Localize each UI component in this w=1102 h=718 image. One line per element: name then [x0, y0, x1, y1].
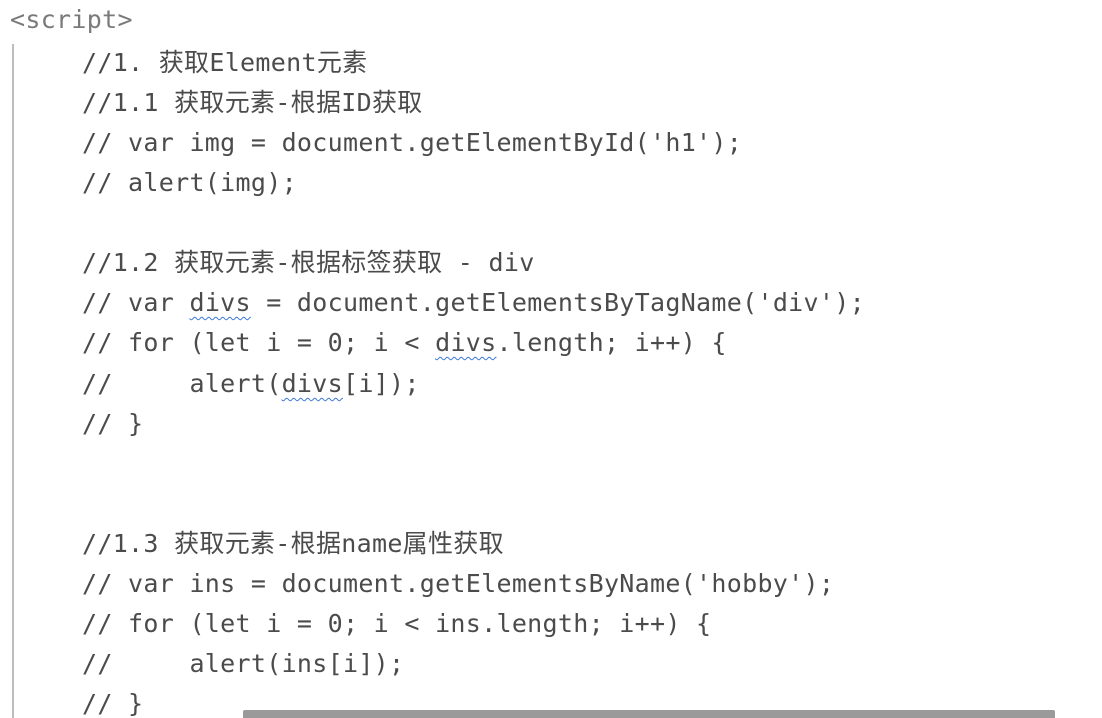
code-line-2: //1.1 获取元素-根据ID获取: [82, 88, 423, 117]
code-line-8: // alert(divs[i]);: [82, 368, 420, 400]
code-text: = document.getElementsByTagName('div');: [250, 288, 865, 317]
code-line-9: // }: [82, 409, 144, 438]
code-text: .length; i++) {: [496, 328, 727, 357]
spell-check-token: divs: [435, 328, 497, 357]
code-text: // var: [82, 288, 190, 317]
spell-check-token: divs: [281, 369, 343, 398]
code-line-14: // }: [82, 689, 144, 718]
code-line-12: // for (let i = 0; i < ins.length; i++) …: [82, 609, 712, 638]
code-editor[interactable]: <script> //1. 获取Element元素 //1.1 获取元素-根据I…: [0, 0, 1102, 718]
code-line-11: // var ins = document.getElementsByName(…: [82, 569, 835, 598]
code-text: // for (let i = 0; i <: [82, 328, 436, 357]
script-open-tag: <script>: [10, 5, 133, 34]
code-line-10: //1.3 获取元素-根据name属性获取: [82, 529, 504, 558]
code-text: // alert(: [82, 369, 282, 398]
indent-guide: [12, 44, 14, 718]
code-line-1: //1. 获取Element元素: [82, 48, 368, 77]
code-line-4: // alert(img);: [82, 168, 297, 197]
horizontal-scrollbar[interactable]: [243, 710, 1055, 718]
spell-check-token: divs: [189, 288, 251, 317]
code-line-13: // alert(ins[i]);: [82, 649, 405, 678]
code-line-7: // for (let i = 0; i < divs.length; i++)…: [82, 327, 727, 359]
code-text: [i]);: [342, 369, 420, 398]
code-line-5: //1.2 获取元素-根据标签获取 - div: [82, 248, 535, 277]
code-line-6: // var divs = document.getElementsByTagN…: [82, 287, 865, 319]
code-line-3: // var img = document.getElementById('h1…: [82, 128, 743, 157]
